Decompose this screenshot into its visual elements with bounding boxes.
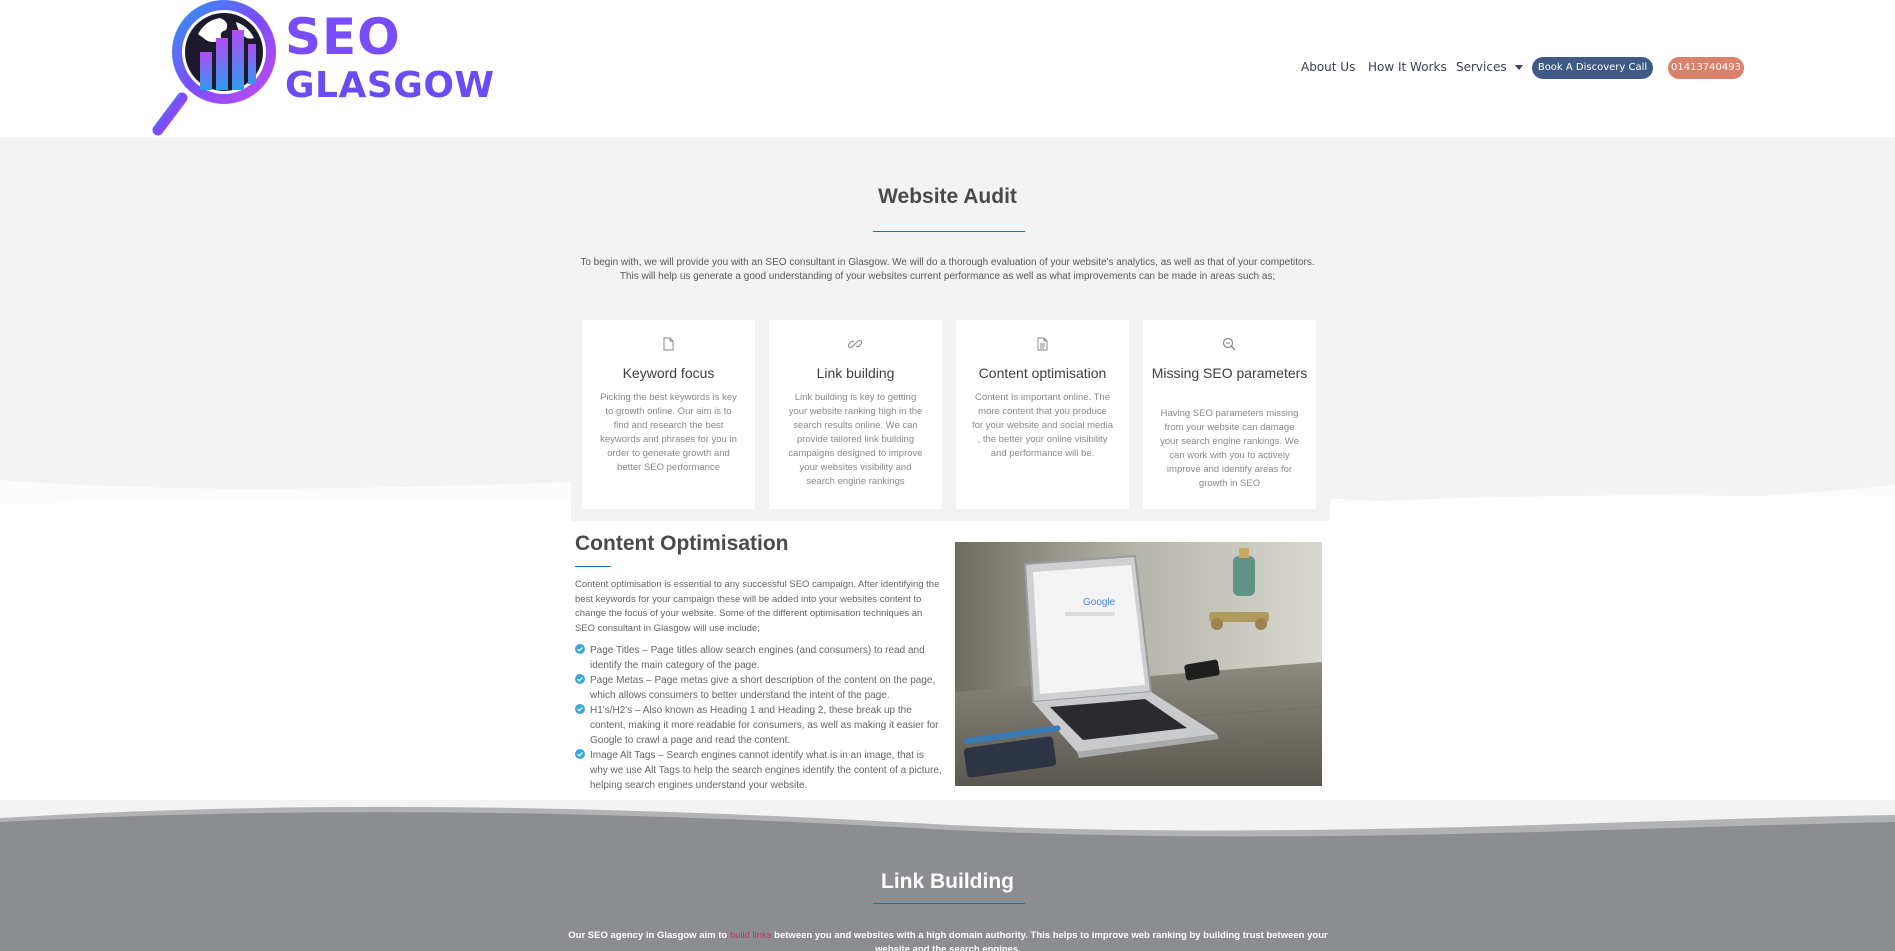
card-text: Content Is important online. The more co… (972, 392, 1113, 459)
card-text: Link building is key to getting your web… (788, 392, 923, 487)
file-icon (663, 337, 674, 351)
link-building-text-before: Our SEO agency in Glasgow aim to (568, 930, 730, 941)
nav-about-us[interactable]: About Us (1301, 60, 1355, 74)
card-text: Picking the best keywords is key to grow… (600, 392, 737, 473)
card-title: Keyword focus (622, 365, 715, 381)
link-icon (847, 339, 863, 349)
title-underline (873, 903, 1025, 904)
search-minus-icon (1222, 337, 1236, 351)
link-building-text-after: between you and websites with a high dom… (771, 930, 1328, 951)
optimisation-techniques-list: Page Titles – Page titles allow search e… (575, 643, 943, 793)
site-header: SEO GLASGOW About Us How It Works Servic… (0, 0, 1895, 137)
book-discovery-call-button[interactable]: Book A Discovery Call (1532, 57, 1653, 79)
audit-cards: Keyword focus Picking the best keywords … (571, 311, 1330, 521)
check-circle-icon (575, 704, 585, 714)
card-missing-seo-parameters: Missing SEO parameters Having SEO parame… (1143, 320, 1316, 509)
nav-services-label: Services (1456, 60, 1507, 74)
check-circle-icon (575, 749, 585, 759)
list-item-text: Image Alt Tags – Search engines cannot i… (590, 750, 942, 791)
google-logo-text: Google (1083, 597, 1116, 608)
section-title-website-audit: Website Audit (878, 185, 1017, 208)
link-building-intro: Our SEO agency in Glasgow aim to build l… (560, 929, 1336, 951)
card-title: Missing SEO parameters (1151, 365, 1308, 381)
laptop-photo-illustration: Google (955, 542, 1322, 786)
phone-button[interactable]: 01413740493 (1668, 57, 1744, 79)
website-audit-intro: To begin with, we will provide you with … (580, 257, 1315, 282)
content-optimisation-intro: Content optimisation is essential to any… (575, 579, 940, 634)
build-links-link[interactable]: build links (730, 930, 772, 941)
title-underline (575, 566, 611, 567)
list-item: Page Metas – Page metas give a short des… (575, 673, 943, 703)
list-item-text: Page Metas – Page metas give a short des… (590, 675, 936, 701)
list-item: H1's/H2's – Also known as Heading 1 and … (575, 703, 943, 748)
title-underline (873, 231, 1025, 232)
check-circle-icon (575, 674, 585, 684)
nav-services-dropdown[interactable]: Services (1456, 60, 1523, 74)
logo-text-seo: SEO (285, 8, 401, 66)
section-title-content-optimisation: Content Optimisation (575, 532, 789, 555)
card-link-building: Link building Link building is key to ge… (769, 320, 942, 509)
laptop-on-desk-image: Google (955, 542, 1322, 786)
main-nav: About Us How It Works Services Book A Di… (0, 57, 1895, 79)
card-keyword-focus: Keyword focus Picking the best keywords … (582, 320, 755, 509)
section-title-link-building: Link Building (881, 870, 1014, 893)
list-item-text: Page Titles – Page titles allow search e… (590, 645, 925, 671)
nav-how-it-works[interactable]: How It Works (1368, 60, 1447, 74)
card-title: Link building (816, 365, 895, 381)
card-content-optimisation: Content optimisation Content Is importan… (956, 320, 1129, 509)
list-item: Page Titles – Page titles allow search e… (575, 643, 943, 673)
check-circle-icon (575, 644, 585, 654)
card-title: Content optimisation (978, 365, 1107, 381)
list-item: Image Alt Tags – Search engines cannot i… (575, 748, 943, 793)
list-item-text: H1's/H2's – Also known as Heading 1 and … (590, 705, 939, 746)
document-text-icon (1037, 337, 1048, 351)
card-text: Having SEO parameters missing from your … (1160, 408, 1299, 489)
